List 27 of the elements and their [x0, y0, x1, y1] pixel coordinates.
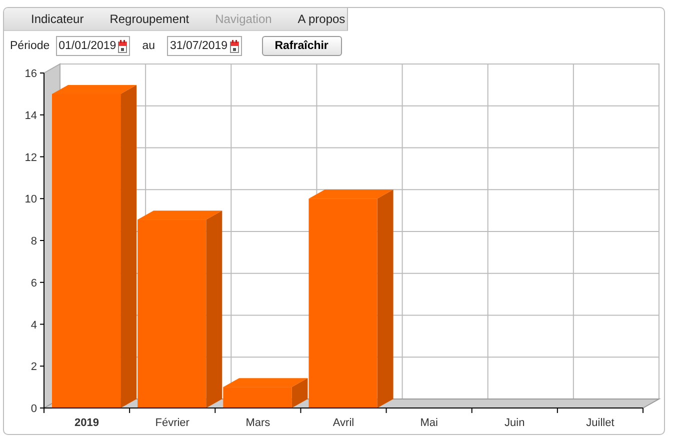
y-tick-label: 0: [30, 403, 37, 415]
refresh-button[interactable]: Rafraîchir: [262, 36, 342, 56]
menu-tab[interactable]: A propos: [284, 8, 358, 30]
x-tick-label: Mai: [420, 417, 438, 429]
x-tick-label: Mars: [246, 417, 270, 429]
menu-tab[interactable]: Indicateur: [4, 8, 97, 30]
x-tick-label: Juin: [504, 417, 525, 429]
y-tick-label: 6: [30, 277, 37, 290]
to-label: au: [142, 40, 155, 52]
y-tick-label: 8: [30, 236, 37, 248]
calendar-icon[interactable]: [230, 40, 239, 52]
x-tick-label: 2019: [74, 417, 100, 429]
period-label: Période: [10, 40, 50, 52]
x-tick-label: Février: [155, 417, 190, 429]
menu-tab[interactable]: Regroupement: [96, 8, 202, 30]
calendar-icon[interactable]: [118, 40, 128, 52]
bar: [223, 387, 292, 408]
y-tick-label: 10: [24, 194, 37, 206]
x-tick-label: Juillet: [586, 417, 614, 429]
start-date-field[interactable]: 01/01/2019: [56, 36, 130, 56]
y-tick-label: 2: [30, 361, 37, 374]
y-tick-label: 14: [24, 110, 37, 122]
y-tick-label: 12: [24, 152, 37, 164]
end-date-field[interactable]: 31/07/2019: [167, 36, 242, 56]
y-tick-label: 16: [24, 68, 37, 80]
x-tick-label: Avril: [332, 417, 354, 429]
y-tick-label: 4: [30, 319, 37, 332]
